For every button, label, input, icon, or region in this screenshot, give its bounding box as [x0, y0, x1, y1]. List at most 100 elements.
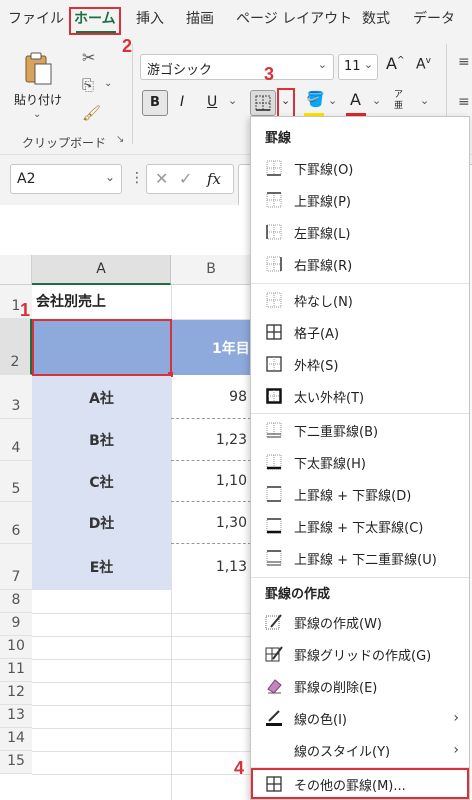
outside-borders-icon — [264, 355, 284, 373]
value-cell[interactable]: 98 — [171, 376, 251, 419]
borders-button[interactable] — [250, 90, 276, 116]
font-size-select[interactable]: 11 ⌄ — [338, 54, 378, 80]
chevron-down-icon: ⌄ — [281, 94, 291, 107]
menu-item-line-color[interactable]: 線の色(I) › — [251, 703, 469, 733]
select-all-corner[interactable] — [0, 255, 32, 285]
borders-menu: 罫線 下罫線(O) 上罫線(P) 左罫線(L) 右罫線(R) 枠なし(N) 格子… — [250, 116, 470, 800]
menu-item-top-and-bottom-border[interactable]: 上罫線 + 下罫線(D) — [251, 479, 469, 509]
row-header[interactable]: 2 — [0, 319, 32, 375]
chevron-down-icon[interactable]: ⌄ — [228, 94, 237, 107]
row-header[interactable]: 5 — [0, 461, 32, 502]
row-header[interactable]: 10 — [0, 636, 32, 659]
value-cell[interactable]: 1,10 — [171, 461, 251, 502]
menu-item-bottom-double-border[interactable]: 下二重罫線(B) — [251, 415, 469, 445]
row-header[interactable]: 7 — [0, 544, 32, 590]
row-header[interactable]: 9 — [0, 613, 32, 636]
tab-file[interactable]: ファイル — [8, 0, 64, 38]
paste-button[interactable]: 貼り付け ⌄ — [8, 46, 66, 126]
menu-item-outside-borders[interactable]: 外枠(S) — [251, 349, 469, 379]
enter-icon[interactable]: ✓ — [179, 169, 192, 188]
value-cell[interactable]: 1,13 — [171, 544, 251, 590]
column-header-a[interactable]: A — [32, 255, 171, 285]
align-icon[interactable]: ≡ — [458, 94, 470, 110]
menu-item-erase-border[interactable]: 罫線の削除(E) — [251, 671, 469, 701]
italic-button[interactable]: I — [180, 94, 184, 110]
fill-color-icon[interactable]: 🪣 — [306, 90, 325, 108]
row-header[interactable]: 13 — [0, 705, 32, 728]
shrink-font-button[interactable]: Av — [416, 56, 431, 73]
menu-item-thick-bottom-border[interactable]: 下太罫線(H) — [251, 447, 469, 477]
company-cell[interactable]: D社 — [32, 502, 171, 544]
menu-item-no-border[interactable]: 枠なし(N) — [251, 285, 469, 315]
line-color-icon — [264, 709, 284, 727]
grow-font-letter: A — [386, 54, 397, 73]
chevron-down-icon[interactable]: ⌄ — [104, 78, 112, 89]
grow-font-button[interactable]: A^ — [386, 54, 405, 73]
row-header[interactable]: 6 — [0, 502, 32, 544]
company-cell[interactable]: B社 — [32, 419, 171, 461]
row-header[interactable]: 14 — [0, 728, 32, 751]
name-box[interactable]: A2 ⌄ — [10, 164, 122, 194]
menu-item-label: 右罫線(R) — [294, 258, 353, 274]
tab-page-layout[interactable]: ページ レイアウト — [236, 0, 352, 38]
row-header[interactable]: 15 — [0, 751, 32, 774]
menu-item-draw-border-grid[interactable]: 罫線グリッドの作成(G) — [251, 639, 469, 669]
menu-item-left-border[interactable]: 左罫線(L) — [251, 217, 469, 247]
insert-function-icon[interactable]: fx — [207, 170, 221, 188]
company-cell[interactable]: A社 — [32, 376, 171, 419]
clipboard-group-label: クリップボード — [22, 136, 107, 150]
chevron-down-icon[interactable]: ⌄ — [420, 94, 429, 107]
format-painter-icon[interactable]: 🖌 — [82, 104, 101, 122]
value-cell[interactable]: 1,30 — [171, 502, 251, 544]
draw-border-grid-icon — [264, 645, 284, 663]
row-header[interactable]: 12 — [0, 682, 32, 705]
column-header-b[interactable]: B — [171, 255, 251, 285]
dialog-launcher-icon[interactable]: ↘ — [116, 134, 124, 145]
menu-item-label: 罫線の作成(W) — [294, 616, 382, 632]
menu-item-top-and-double-bottom-border[interactable]: 上罫線 + 下二重罫線(U) — [251, 543, 469, 573]
menu-item-top-border[interactable]: 上罫線(P) — [251, 185, 469, 215]
tab-data[interactable]: データ — [413, 0, 455, 38]
grid-line — [32, 751, 252, 752]
phonetic-button[interactable]: ア亜 — [394, 90, 408, 112]
bold-button[interactable]: B — [142, 90, 168, 116]
menu-item-draw-border[interactable]: 罫線の作成(W) — [251, 607, 469, 637]
cell-a2-selected[interactable] — [32, 319, 172, 376]
row-header[interactable]: 8 — [0, 590, 32, 613]
menu-item-thick-outside-borders[interactable]: 太い外枠(T) — [251, 381, 469, 411]
borders-dropdown-highlight[interactable]: ⌄ — [277, 88, 295, 118]
chevron-down-icon[interactable]: ⌄ — [372, 94, 381, 107]
cut-icon[interactable]: ✂ — [82, 48, 95, 67]
font-color-button[interactable]: A — [350, 90, 361, 109]
cell-b2-header[interactable]: 1年目 — [212, 338, 250, 358]
menu-item-right-border[interactable]: 右罫線(R) — [251, 249, 469, 279]
font-name-select[interactable]: 游ゴシック ⌄ — [140, 54, 334, 80]
tab-draw[interactable]: 描画 — [186, 0, 214, 38]
eraser-icon — [264, 677, 284, 695]
more-options-icon[interactable]: ⋮ — [130, 170, 144, 186]
line-style-icon — [264, 741, 284, 759]
row-header[interactable]: 4 — [0, 419, 32, 461]
all-borders-icon — [264, 323, 284, 341]
row-header[interactable]: 11 — [0, 659, 32, 682]
menu-item-top-and-thick-bottom-border[interactable]: 上罫線 + 下太罫線(C) — [251, 511, 469, 541]
font-name-value: 游ゴシック — [147, 63, 213, 78]
menu-item-all-borders[interactable]: 格子(A) — [251, 317, 469, 347]
copy-icon[interactable]: ⎘ — [82, 76, 94, 94]
company-cell[interactable]: C社 — [32, 461, 171, 502]
menu-item-label: 枠なし(N) — [294, 294, 353, 310]
menu-item-line-style[interactable]: 線のスタイル(Y) › — [251, 735, 469, 765]
chevron-down-icon[interactable]: ⌄ — [328, 94, 337, 107]
menu-item-bottom-border[interactable]: 下罫線(O) — [251, 153, 469, 183]
tab-formulas[interactable]: 数式 — [362, 0, 390, 38]
cancel-icon[interactable]: ✕ — [155, 169, 168, 188]
left-border-icon — [264, 223, 284, 241]
value-cell[interactable]: 1,23 — [171, 419, 251, 461]
row-header[interactable]: 3 — [0, 375, 32, 419]
menu-item-label: 下二重罫線(B) — [294, 424, 379, 440]
align-icon[interactable]: ≡ — [458, 54, 470, 70]
tab-insert[interactable]: 挿入 — [136, 0, 164, 38]
company-cell[interactable]: E社 — [32, 544, 171, 590]
cell-a1-title[interactable]: 会社別売上 — [36, 291, 106, 311]
underline-button[interactable]: U — [207, 94, 217, 110]
